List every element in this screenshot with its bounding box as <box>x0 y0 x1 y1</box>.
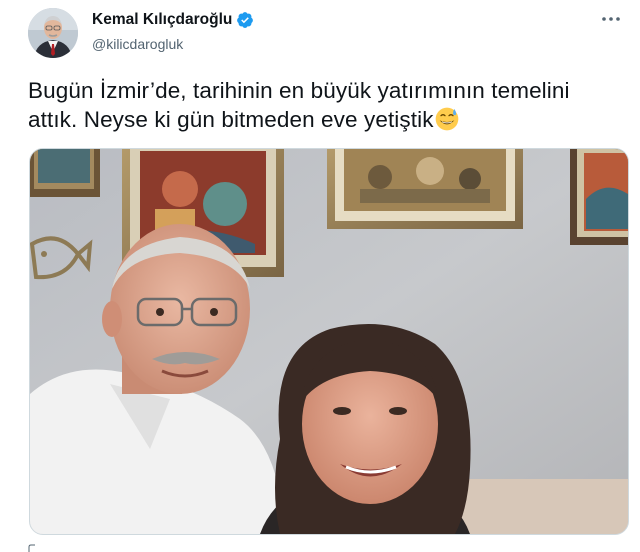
verified-badge-icon <box>237 12 254 28</box>
painting-frame <box>570 149 628 245</box>
grinning-face-with-sweat-icon <box>435 107 458 131</box>
selfie-photo <box>30 149 628 534</box>
author-handle[interactable]: @kilicdarogluk <box>92 36 183 52</box>
tweet-body: Bugün İzmir’de, tarihinin en büyük yatır… <box>28 78 570 132</box>
painting-frame <box>30 149 100 197</box>
tweet-card: Kemal Kılıçdaroğlu @kilicdarogluk Bugün … <box>0 0 640 552</box>
tweet-photo[interactable] <box>29 148 629 535</box>
reply-icon <box>28 544 35 552</box>
author-name-row: Kemal Kılıçdaroğlu <box>92 11 254 29</box>
more-options-icon <box>602 17 620 21</box>
author-name[interactable]: Kemal Kılıçdaroğlu <box>92 11 232 29</box>
painting-frame <box>327 149 523 229</box>
more-options-button[interactable] <box>596 6 626 32</box>
avatar[interactable] <box>28 8 78 58</box>
tweet-text: Bugün İzmir’de, tarihinin en büyük yatır… <box>28 76 618 134</box>
